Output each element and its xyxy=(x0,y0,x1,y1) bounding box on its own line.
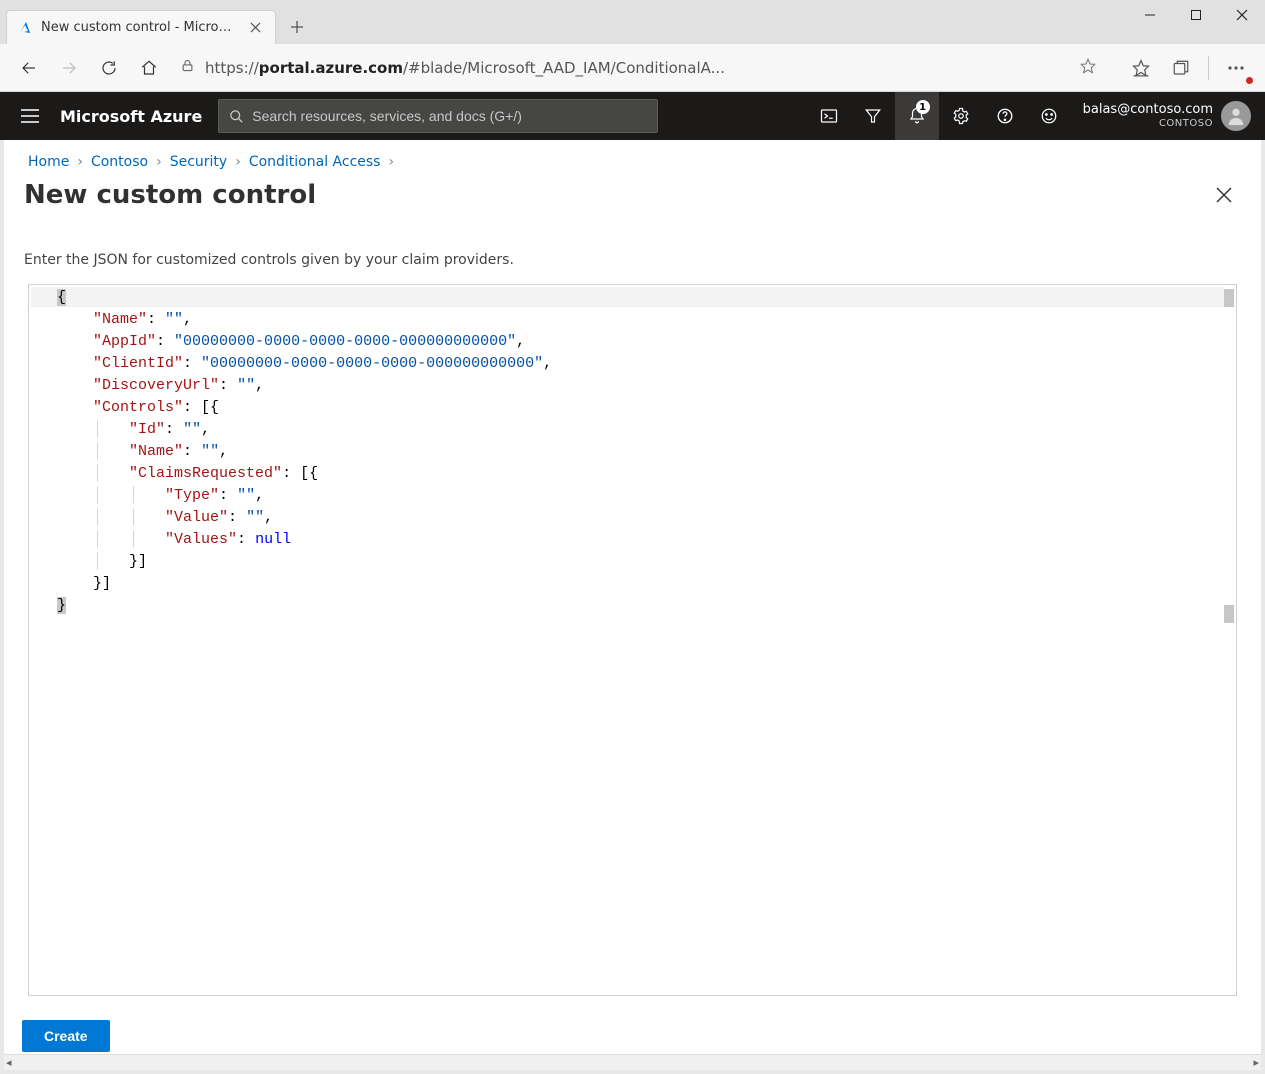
url-prefix: https:// xyxy=(205,59,259,77)
breadcrumb: Home› Contoso› Security› Conditional Acc… xyxy=(4,140,1261,170)
azure-top-bar: Microsoft Azure 1 balas@contoso.com CONT… xyxy=(0,92,1265,140)
breadcrumb-home[interactable]: Home xyxy=(24,154,73,170)
window-controls xyxy=(1127,0,1265,44)
json-string: "" xyxy=(165,311,183,328)
nav-refresh-button[interactable] xyxy=(90,49,128,87)
blade-close-button[interactable] xyxy=(1207,178,1241,212)
window-close-button[interactable] xyxy=(1219,0,1265,30)
address-url-text: https://portal.azure.com/#blade/Microsof… xyxy=(205,59,1072,77)
breadcrumb-security[interactable]: Security xyxy=(166,154,232,170)
json-key: "Name" xyxy=(129,443,183,460)
chevron-right-icon: › xyxy=(233,154,243,170)
favorite-star-button[interactable] xyxy=(1072,58,1104,78)
json-key: "ClaimsRequested" xyxy=(129,465,282,482)
collections-button[interactable] xyxy=(1162,49,1200,87)
json-key: "Name" xyxy=(93,311,147,328)
nav-forward-button[interactable] xyxy=(50,49,88,87)
favorites-button[interactable] xyxy=(1122,49,1160,87)
json-key: "DiscoveryUrl" xyxy=(93,377,219,394)
json-string: "" xyxy=(246,509,264,526)
json-string: "" xyxy=(201,443,219,460)
azure-favicon-icon xyxy=(17,20,33,36)
scroll-left-arrow-icon[interactable]: ◂ xyxy=(6,1056,12,1069)
portal-menu-button[interactable] xyxy=(8,92,52,140)
azure-toolbar-icons: 1 xyxy=(807,92,1071,140)
json-key: "ClientId" xyxy=(93,355,183,372)
horizontal-scrollbar[interactable]: ◂ ▸ xyxy=(4,1054,1261,1070)
json-key: "Controls" xyxy=(93,399,183,416)
breadcrumb-conditional-access[interactable]: Conditional Access xyxy=(245,154,385,170)
url-host: portal.azure.com xyxy=(259,59,403,77)
lock-icon xyxy=(180,58,195,77)
create-button[interactable]: Create xyxy=(22,1020,110,1052)
brand-label: Microsoft Azure xyxy=(52,107,218,126)
settings-menu-button[interactable] xyxy=(1217,49,1255,87)
cloud-shell-button[interactable] xyxy=(807,92,851,140)
blade-page: Home› Contoso› Security› Conditional Acc… xyxy=(4,140,1261,1070)
json-key: "Value" xyxy=(165,509,228,526)
window-minimize-button[interactable] xyxy=(1127,0,1173,30)
global-search[interactable] xyxy=(218,99,658,133)
directory-filter-button[interactable] xyxy=(851,92,895,140)
json-key: "Id" xyxy=(129,421,165,438)
json-string: "" xyxy=(237,487,255,504)
breadcrumb-contoso[interactable]: Contoso xyxy=(87,154,152,170)
nav-back-button[interactable] xyxy=(10,49,48,87)
browser-tab-title: New custom control - Microsoft xyxy=(41,20,238,35)
scroll-right-arrow-icon[interactable]: ▸ xyxy=(1253,1056,1259,1069)
account-menu[interactable]: balas@contoso.com CONTOSO xyxy=(1071,101,1257,131)
tab-close-button[interactable] xyxy=(246,17,265,39)
browser-tab-active[interactable]: New custom control - Microsoft xyxy=(6,10,276,44)
window-maximize-button[interactable] xyxy=(1173,0,1219,30)
json-editor[interactable]: { "Name": "", "AppId": "00000000-0000-00… xyxy=(28,284,1237,996)
chevron-right-icon: › xyxy=(154,154,164,170)
scroll-thumb[interactable] xyxy=(18,1057,1247,1069)
new-tab-button[interactable] xyxy=(282,12,312,42)
account-email: balas@contoso.com xyxy=(1083,103,1213,117)
avatar xyxy=(1221,101,1251,131)
search-icon xyxy=(229,109,244,124)
notifications-button[interactable]: 1 xyxy=(895,92,939,140)
page-title: New custom control xyxy=(24,180,316,210)
address-bar: https://portal.azure.com/#blade/Microsof… xyxy=(0,44,1265,92)
json-key: "Type" xyxy=(165,487,219,504)
help-button[interactable] xyxy=(983,92,1027,140)
json-string: "" xyxy=(183,421,201,438)
chevron-right-icon: › xyxy=(386,154,396,170)
json-null: null xyxy=(255,531,291,548)
global-search-input[interactable] xyxy=(252,108,647,124)
instructions-text: Enter the JSON for customized controls g… xyxy=(4,224,1261,278)
url-path: /#blade/Microsoft_AAD_IAM/ConditionalA..… xyxy=(403,59,725,77)
nav-home-button[interactable] xyxy=(130,49,168,87)
json-string: "00000000-0000-0000-0000-000000000000" xyxy=(174,333,516,350)
tab-strip: New custom control - Microsoft xyxy=(0,0,1265,44)
json-editor-content[interactable]: { "Name": "", "AppId": "00000000-0000-00… xyxy=(29,285,1236,621)
toolbar-divider xyxy=(1208,56,1209,80)
editor-scroll-handle-bottom[interactable] xyxy=(1224,605,1234,623)
notification-badge: 1 xyxy=(916,100,930,114)
address-field[interactable]: https://portal.azure.com/#blade/Microsof… xyxy=(170,51,1108,85)
account-org: CONTOSO xyxy=(1083,118,1213,129)
json-string: "" xyxy=(237,377,255,394)
feedback-button[interactable] xyxy=(1027,92,1071,140)
chevron-right-icon: › xyxy=(75,154,85,170)
settings-button[interactable] xyxy=(939,92,983,140)
json-key: "AppId" xyxy=(93,333,156,350)
json-string: "00000000-0000-0000-0000-000000000000" xyxy=(201,355,543,372)
json-key: "Values" xyxy=(165,531,237,548)
